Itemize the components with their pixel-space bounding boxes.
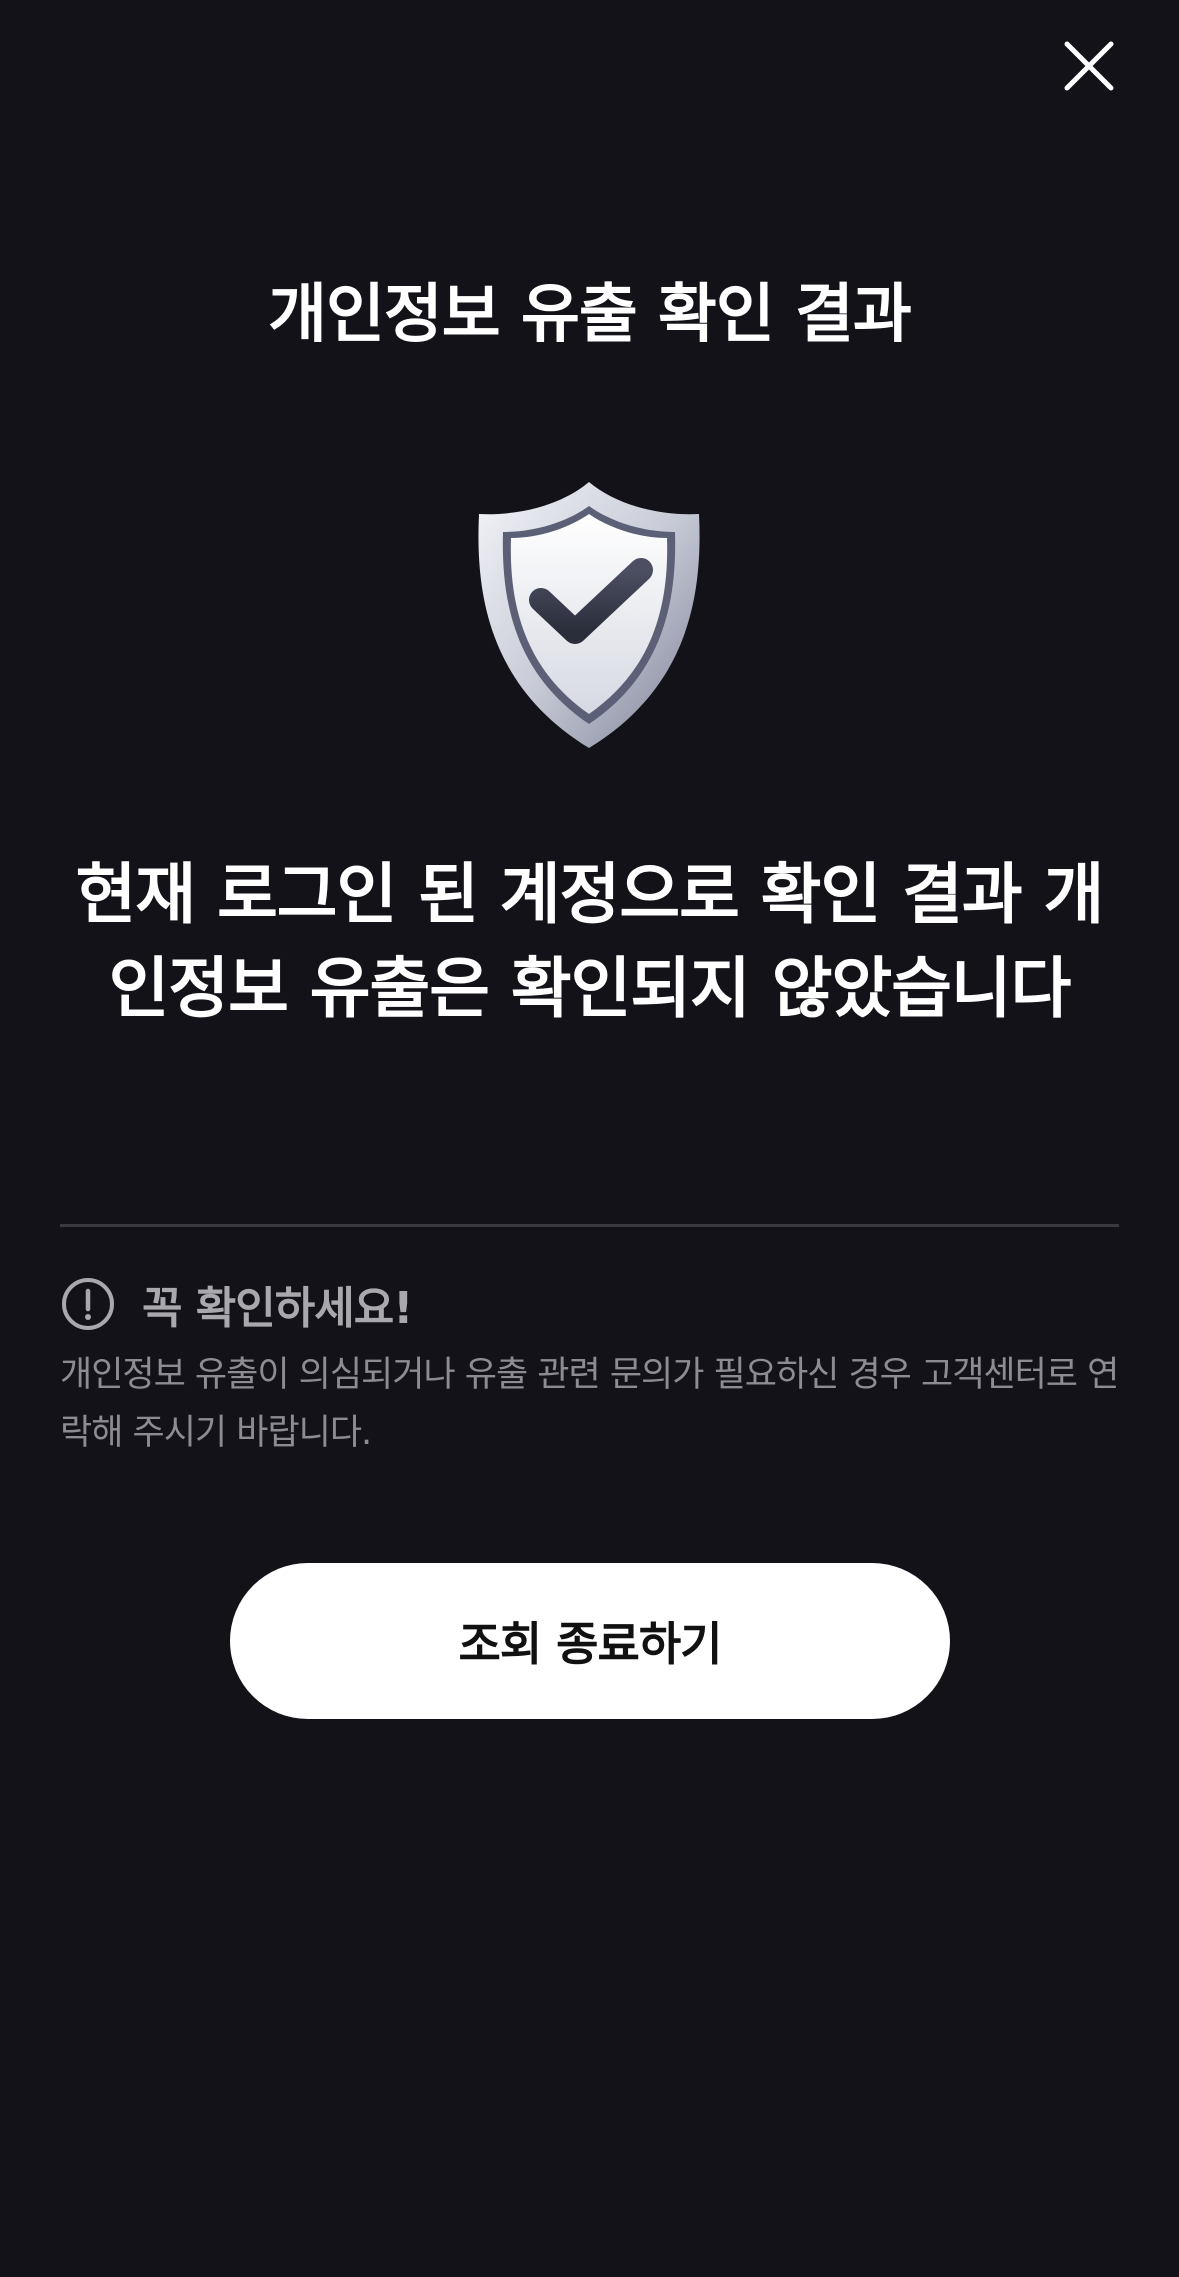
notice-body: 개인정보 유출이 의심되거나 유출 관련 문의가 필요하신 경우 고객센터로 연…: [60, 1355, 1119, 1453]
shield-check-icon: [478, 482, 700, 748]
alert-circle-icon: [60, 1276, 116, 1332]
close-button[interactable]: [1061, 38, 1117, 94]
notice-header: 꼭 확인하세요!: [60, 1274, 413, 1334]
result-message: 현재 로그인 된 계정으로 확인 결과 개인정보 유출은 확인되지 않았습니다: [75, 856, 1105, 1027]
shield-check-illustration: [471, 478, 707, 752]
notice-title: 꼭 확인하세요!: [142, 1283, 413, 1334]
page-title: 개인정보 유출 확인 결과: [268, 278, 912, 352]
end-query-button[interactable]: 조회 종료하기: [230, 1563, 950, 1719]
close-icon: [1064, 41, 1114, 91]
divider: [60, 1224, 1119, 1227]
